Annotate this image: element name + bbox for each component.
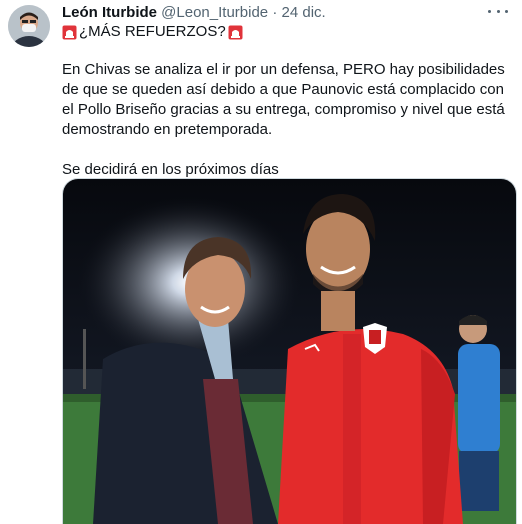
rotating-light-icon <box>228 25 243 39</box>
headline-text: ¿MÁS REFUERZOS? <box>79 23 226 40</box>
tweet-header: León Iturbide @Leon_Iturbide · 24 dic. <box>62 3 326 23</box>
tweet-paragraph: En Chivas se analiza el ir por un defens… <box>62 61 505 138</box>
author-handle[interactable]: @Leon_Iturbide <box>161 4 268 21</box>
tweet[interactable]: León Iturbide @Leon_Iturbide · 24 dic. ¿… <box>0 0 522 524</box>
tweet-paragraph: Se decidirá en los próximos días <box>62 161 279 178</box>
tweet-photo[interactable] <box>62 178 517 524</box>
tweet-body: En Chivas se analiza el ir por un defens… <box>62 60 517 180</box>
tweet-headline: ¿MÁS REFUERZOS? <box>62 22 243 42</box>
author-avatar[interactable] <box>8 5 50 47</box>
separator-dot: · <box>272 4 278 21</box>
more-options-icon[interactable] <box>488 4 508 18</box>
tweet-date[interactable]: 24 dic. <box>282 4 326 21</box>
author-name[interactable]: León Iturbide <box>62 4 157 21</box>
rotating-light-icon <box>62 25 77 39</box>
